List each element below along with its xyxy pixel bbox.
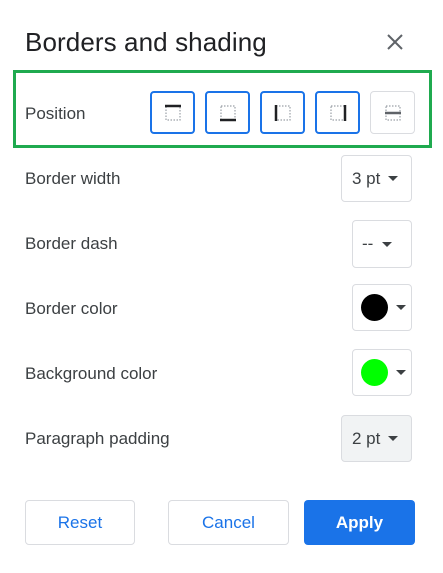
chevron-down-icon xyxy=(382,241,393,247)
borders-shading-dialog: Borders and shading Position Border widt… xyxy=(0,0,443,573)
border-right-button[interactable] xyxy=(315,91,360,134)
paragraph-padding-dropdown[interactable]: 2 pt xyxy=(341,415,412,462)
border-top-button[interactable] xyxy=(150,91,195,134)
paragraph-padding-label: Paragraph padding xyxy=(25,429,170,448)
chevron-down-icon xyxy=(388,436,399,441)
border-between-icon xyxy=(384,104,401,121)
background-color-label: Background color xyxy=(25,364,158,383)
reset-button[interactable]: Reset xyxy=(25,500,135,545)
chevron-down-icon xyxy=(396,305,406,310)
position-label: Position xyxy=(25,104,86,123)
border-bottom-button[interactable] xyxy=(205,91,250,134)
close-button[interactable] xyxy=(381,28,409,56)
border-width-value: 3 pt xyxy=(352,168,381,188)
border-dash-value: -- xyxy=(362,234,374,253)
border-top-icon xyxy=(164,104,181,121)
close-icon xyxy=(387,34,403,50)
border-left-icon xyxy=(274,104,291,121)
background-color-swatch xyxy=(361,359,388,386)
cancel-button[interactable]: Cancel xyxy=(168,500,289,545)
background-color-dropdown[interactable] xyxy=(352,349,412,396)
border-left-button[interactable] xyxy=(260,91,305,134)
border-dash-label: Border dash xyxy=(25,234,118,253)
border-color-dropdown[interactable] xyxy=(352,284,412,331)
border-width-label: Border width xyxy=(25,169,121,188)
border-dash-dropdown[interactable]: -- xyxy=(352,220,412,268)
chevron-down-icon xyxy=(388,176,399,181)
chevron-down-icon xyxy=(396,370,406,375)
border-color-swatch xyxy=(361,294,388,321)
dialog-title: Borders and shading xyxy=(25,27,267,57)
apply-button[interactable]: Apply xyxy=(304,500,415,545)
border-bottom-icon xyxy=(219,104,236,121)
border-color-label: Border color xyxy=(25,299,118,318)
border-width-dropdown[interactable]: 3 pt xyxy=(341,155,412,202)
paragraph-padding-value: 2 pt xyxy=(352,428,381,448)
border-right-icon xyxy=(329,104,346,121)
border-between-button[interactable] xyxy=(370,91,415,134)
